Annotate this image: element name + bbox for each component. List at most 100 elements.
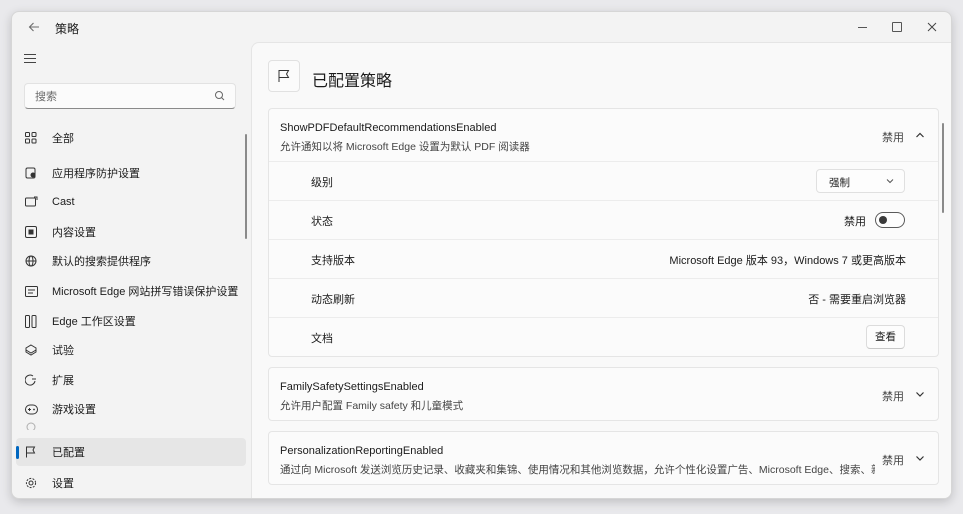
sidebar-item-label: 已配置 — [52, 447, 85, 459]
chevron-down-icon[interactable] — [914, 388, 926, 400]
hamburger-line — [24, 58, 36, 59]
title-bar: 策略 — [12, 12, 951, 42]
view-docs-button[interactable]: 查看 — [866, 325, 905, 349]
close-icon — [927, 22, 937, 32]
row-label: 支持版本 — [311, 255, 355, 267]
policy-window: 策略 全部 应用程序防护设置 — [11, 11, 952, 499]
search-input[interactable] — [33, 88, 207, 106]
active-indicator — [16, 446, 19, 459]
sidebar-item-experiments[interactable]: 试验 — [16, 336, 246, 364]
hamburger-line — [24, 62, 36, 63]
menu-button[interactable] — [24, 54, 40, 66]
back-button[interactable] — [24, 17, 44, 37]
main-scrollbar[interactable] — [942, 123, 944, 213]
policy-name: ShowPDFDefaultRecommendationsEnabled — [280, 122, 497, 134]
app-guard-icon — [24, 166, 38, 180]
gear-icon — [24, 476, 38, 490]
row-label: 文档 — [311, 333, 333, 345]
policy-card-header[interactable]: FamilySafetySettingsEnabled 允许用户配置 Famil… — [269, 368, 938, 420]
cast-icon — [24, 195, 38, 209]
sidebar-item-label: 全部 — [52, 133, 74, 145]
policy-row-version: 支持版本 Microsoft Edge 版本 93，Windows 7 或更高版… — [269, 239, 938, 278]
policy-description: 通过向 Microsoft 发送浏览历史记录、收藏夹和集锦、使用情况和其他浏览数… — [280, 464, 875, 476]
sidebar-item-label: 扩展 — [52, 375, 74, 387]
policy-description: 允许用户配置 Family safety 和儿童模式 — [280, 400, 464, 412]
hamburger-icon — [24, 54, 36, 55]
sidebar-item-label: 内容设置 — [52, 227, 96, 239]
page-title: 已配置策略 — [312, 73, 393, 90]
sidebar-item-extensions[interactable]: 扩展 — [16, 366, 246, 394]
sidebar-item-app-guard[interactable]: 应用程序防护设置 — [16, 159, 246, 187]
policy-name: PersonalizationReportingEnabled — [280, 445, 444, 457]
sidebar-item-search-provider[interactable]: 默认的搜索提供程序 — [16, 247, 246, 275]
sidebar-item-label: 试验 — [52, 345, 74, 357]
close-button[interactable] — [915, 12, 949, 42]
policy-card-header[interactable]: ShowPDFDefaultRecommendationsEnabled 允许通… — [269, 109, 938, 161]
sidebar-item-label: 默认的搜索提供程序 — [52, 256, 151, 268]
policy-name: FamilySafetySettingsEnabled — [280, 381, 424, 393]
maximize-button[interactable] — [880, 12, 914, 42]
sidebar-item-label: Microsoft Edge 网站拼写错误保护设置 — [52, 286, 239, 298]
workspace-icon — [24, 314, 38, 328]
flag-icon — [24, 445, 38, 459]
policy-description: 允许通知以将 Microsoft Edge 设置为默认 PDF 阅读器 — [280, 141, 530, 153]
toggle-label: 禁用 — [844, 216, 866, 228]
chevron-down-icon[interactable] — [914, 452, 926, 464]
toggle-knob — [879, 216, 887, 224]
sidebar-item-settings[interactable]: 设置 — [16, 469, 246, 497]
level-dropdown-value: 强制 — [829, 177, 850, 189]
grid-icon — [24, 131, 38, 145]
sidebar-item-label: Cast — [52, 196, 75, 208]
policy-card-header[interactable]: PersonalizationReportingEnabled 通过向 Micr… — [269, 432, 938, 484]
sidebar-item-label: 游戏设置 — [52, 404, 96, 416]
sidebar-item-cast[interactable]: Cast — [16, 188, 246, 216]
app-title: 策略 — [55, 22, 80, 36]
state-toggle[interactable] — [875, 212, 905, 228]
gamepad-icon — [24, 402, 38, 416]
minimize-icon — [857, 26, 867, 28]
sidebar-scrollbar[interactable] — [245, 134, 247, 239]
beaker-icon — [24, 343, 38, 357]
puzzle-icon — [24, 373, 38, 387]
policy-card[interactable]: PersonalizationReportingEnabled 通过向 Micr… — [268, 431, 939, 485]
main-content: 已配置策略 ShowPDFDefaultRecommendationsEnabl… — [251, 42, 951, 498]
policy-row-level: 级别 强制 — [269, 161, 938, 200]
policy-row-refresh: 动态刷新 否 - 需要重启浏览器 — [269, 278, 938, 317]
sidebar-item-partial[interactable] — [16, 417, 246, 431]
content-settings-icon — [24, 225, 38, 239]
flag-icon — [278, 70, 290, 82]
typo-protection-icon — [24, 284, 38, 298]
sidebar-item-content-settings[interactable]: 内容设置 — [16, 218, 246, 246]
sidebar-item-typo-protection[interactable]: Microsoft Edge 网站拼写错误保护设置 — [16, 277, 246, 305]
row-label: 状态 — [311, 216, 333, 228]
sidebar-item-label: Edge 工作区设置 — [52, 316, 136, 328]
minimize-button[interactable] — [845, 12, 879, 42]
policy-status: 禁用 — [882, 132, 904, 144]
policy-card[interactable]: FamilySafetySettingsEnabled 允许用户配置 Famil… — [268, 367, 939, 421]
sidebar-item-workspace[interactable]: Edge 工作区设置 — [16, 307, 246, 335]
sidebar-item-all[interactable]: 全部 — [16, 124, 246, 152]
row-value: 否 - 需要重启浏览器 — [808, 294, 906, 306]
policy-status: 禁用 — [882, 391, 904, 403]
globe-icon — [24, 254, 38, 268]
chevron-up-icon[interactable] — [914, 129, 926, 141]
maximize-icon — [892, 22, 902, 32]
sidebar-item-configured[interactable]: 已配置 — [16, 438, 246, 466]
sidebar-item-label: 应用程序防护设置 — [52, 168, 140, 180]
row-label: 级别 — [311, 177, 333, 189]
policy-status: 禁用 — [882, 455, 904, 467]
sidebar-item-label: 设置 — [52, 478, 74, 490]
search-box[interactable] — [24, 83, 236, 109]
policy-row-docs: 文档 查看 — [269, 317, 938, 356]
row-label: 动态刷新 — [311, 294, 355, 306]
arrow-left-icon — [28, 22, 39, 32]
sidebar: 全部 应用程序防护设置 Cast 内容设置 默认的搜索提供程序 — [12, 42, 250, 498]
row-value: Microsoft Edge 版本 93，Windows 7 或更高版本 — [669, 255, 906, 267]
chevron-down-icon — [886, 179, 894, 184]
partial-icon — [24, 417, 38, 431]
policy-row-state: 状态 禁用 — [269, 200, 938, 239]
search-icon[interactable] — [213, 89, 227, 103]
page-icon — [268, 60, 300, 92]
policy-card: ShowPDFDefaultRecommendationsEnabled 允许通… — [268, 108, 939, 357]
level-dropdown[interactable]: 强制 — [816, 169, 905, 193]
